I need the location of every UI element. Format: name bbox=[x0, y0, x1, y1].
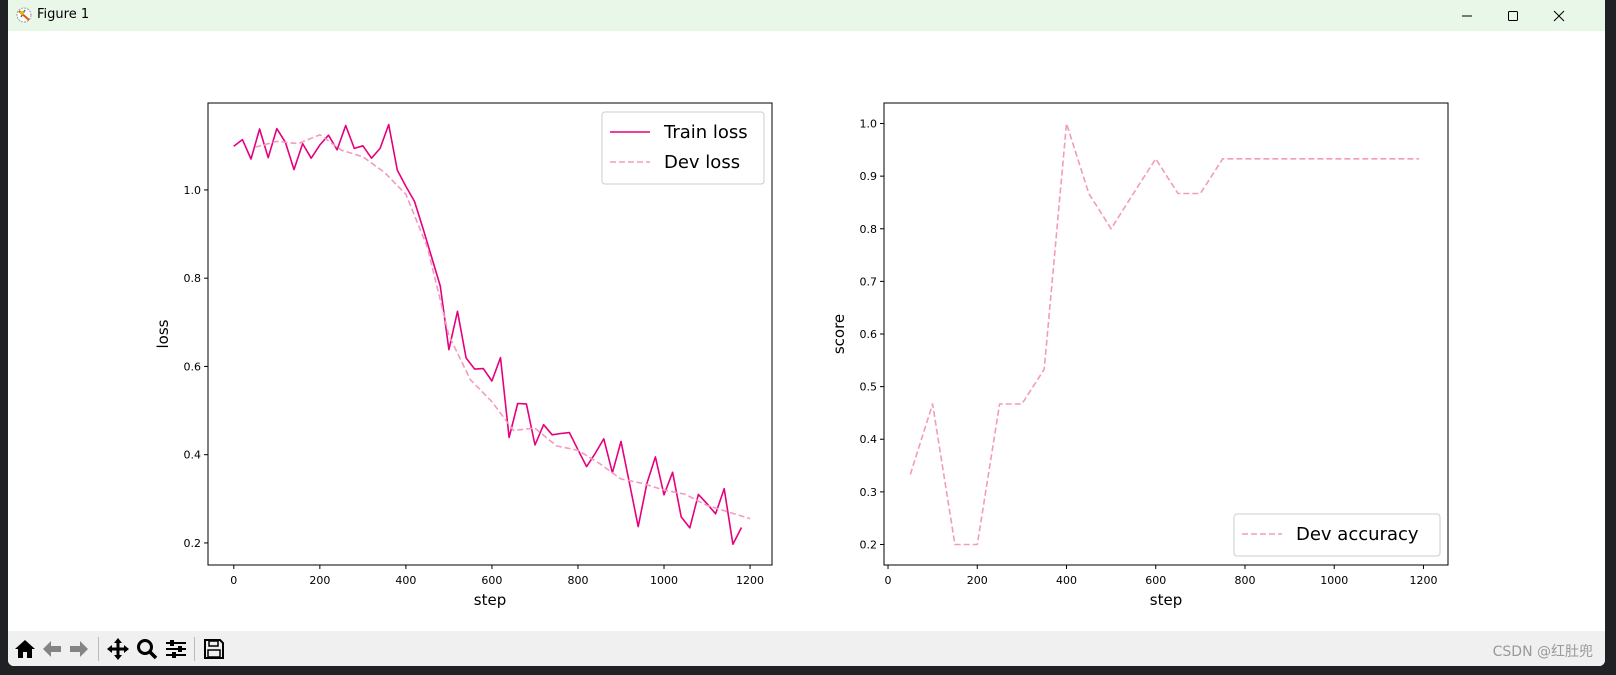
y-tick-label: 0.9 bbox=[860, 170, 878, 183]
zoom-button[interactable] bbox=[134, 636, 160, 662]
x-tick-label: 1000 bbox=[650, 574, 678, 587]
y-tick-label: 0.7 bbox=[860, 275, 878, 288]
y-tick-label: 0.2 bbox=[184, 537, 202, 550]
title-bar: Figure 1 bbox=[8, 0, 1605, 31]
x-tick-label: 800 bbox=[1234, 574, 1255, 587]
zoom-icon bbox=[137, 639, 158, 660]
close-icon bbox=[1553, 10, 1565, 21]
configure-subplots-icon bbox=[166, 640, 186, 658]
watermark: CSDN @红肚兜 bbox=[1492, 644, 1593, 660]
x-tick-label: 0 bbox=[230, 574, 237, 587]
x-tick-label: 0 bbox=[885, 574, 892, 587]
y-tick-label: 1.0 bbox=[860, 118, 878, 131]
window-title: Figure 1 bbox=[37, 7, 90, 22]
maximize-button[interactable] bbox=[1490, 0, 1536, 31]
series-line-dev-loss bbox=[255, 134, 751, 520]
x-tick-label: 400 bbox=[1056, 574, 1077, 587]
x-tick-label: 200 bbox=[309, 574, 330, 587]
matplotlib-logo-icon bbox=[16, 7, 32, 23]
forward-button[interactable] bbox=[66, 636, 92, 662]
forward-arrow-icon bbox=[70, 641, 88, 657]
close-button[interactable] bbox=[1536, 0, 1582, 31]
x-tick-label: 1200 bbox=[736, 574, 764, 587]
navigation-toolbar: CSDN @红肚兜 bbox=[8, 631, 1605, 666]
toolbar-separator bbox=[98, 637, 99, 661]
back-arrow-icon bbox=[43, 641, 61, 657]
x-tick-label: 200 bbox=[967, 574, 988, 587]
y-tick-label: 0.4 bbox=[184, 449, 202, 462]
legend: Train loss Dev loss bbox=[601, 111, 765, 185]
pan-button[interactable] bbox=[105, 636, 131, 662]
y-tick-label: 0.3 bbox=[860, 486, 878, 499]
y-tick-label: 0.4 bbox=[860, 433, 878, 446]
series-line-dev-accuracy bbox=[909, 122, 1419, 546]
x-tick-label: 1200 bbox=[1409, 574, 1437, 587]
x-tick-label: 400 bbox=[395, 574, 416, 587]
x-axis-label: step bbox=[1150, 591, 1182, 609]
figure-canvas: 0 200 400 600 800 1000 1200 0.2 0.4 0.6 0.8 1.0 step… bbox=[8, 31, 1605, 631]
home-button[interactable] bbox=[12, 636, 38, 662]
y-axis-label: loss bbox=[154, 319, 172, 348]
y-tick-label: 1.0 bbox=[184, 184, 202, 197]
y-tick-label: 0.6 bbox=[860, 328, 878, 341]
minimize-button[interactable] bbox=[1444, 0, 1490, 31]
subplot-2: 0 200 400 600 800 1000 1200 0.2 0.3 0.4 0.5 0.6 0.7 0… bbox=[830, 102, 1449, 609]
toolbar-separator bbox=[194, 637, 195, 661]
configure-subplots-button[interactable] bbox=[163, 636, 189, 662]
save-icon bbox=[204, 639, 224, 659]
figure-svg: 0 200 400 600 800 1000 1200 0.2 0.4 0.6 0.8 1.0 step… bbox=[154, 102, 1449, 609]
x-tick-label: 600 bbox=[1145, 574, 1166, 587]
x-tick-label: 600 bbox=[481, 574, 502, 587]
figure-window: Figure 1 0 200 400 600 800 1000 1200 0.2 0.4 0.6 0… bbox=[8, 0, 1605, 666]
back-button[interactable] bbox=[39, 636, 65, 662]
y-axis-label: score bbox=[830, 314, 848, 354]
legend-label: Dev accuracy bbox=[1296, 524, 1419, 545]
x-tick-label: 1000 bbox=[1320, 574, 1348, 587]
minimize-icon bbox=[1462, 15, 1472, 16]
legend-label: Dev loss bbox=[664, 152, 740, 173]
home-icon bbox=[15, 640, 35, 658]
axes-frame bbox=[883, 102, 1449, 566]
legend-label: Train loss bbox=[663, 122, 748, 143]
subplot-1: 0 200 400 600 800 1000 1200 0.2 0.4 0.6 0.8 1.0 step… bbox=[154, 102, 773, 609]
y-tick-label: 0.8 bbox=[184, 272, 202, 285]
y-tick-label: 0.8 bbox=[860, 223, 878, 236]
series-line-train-loss bbox=[233, 123, 743, 546]
y-tick-label: 0.6 bbox=[184, 360, 202, 373]
save-button[interactable] bbox=[201, 636, 227, 662]
legend: Dev accuracy bbox=[1233, 513, 1441, 557]
y-tick-label: 0.5 bbox=[860, 381, 878, 394]
x-axis-label: step bbox=[474, 591, 506, 609]
maximize-icon bbox=[1508, 10, 1518, 21]
pan-icon bbox=[107, 638, 129, 660]
y-tick-label: 0.2 bbox=[860, 538, 878, 551]
x-tick-label: 800 bbox=[567, 574, 588, 587]
